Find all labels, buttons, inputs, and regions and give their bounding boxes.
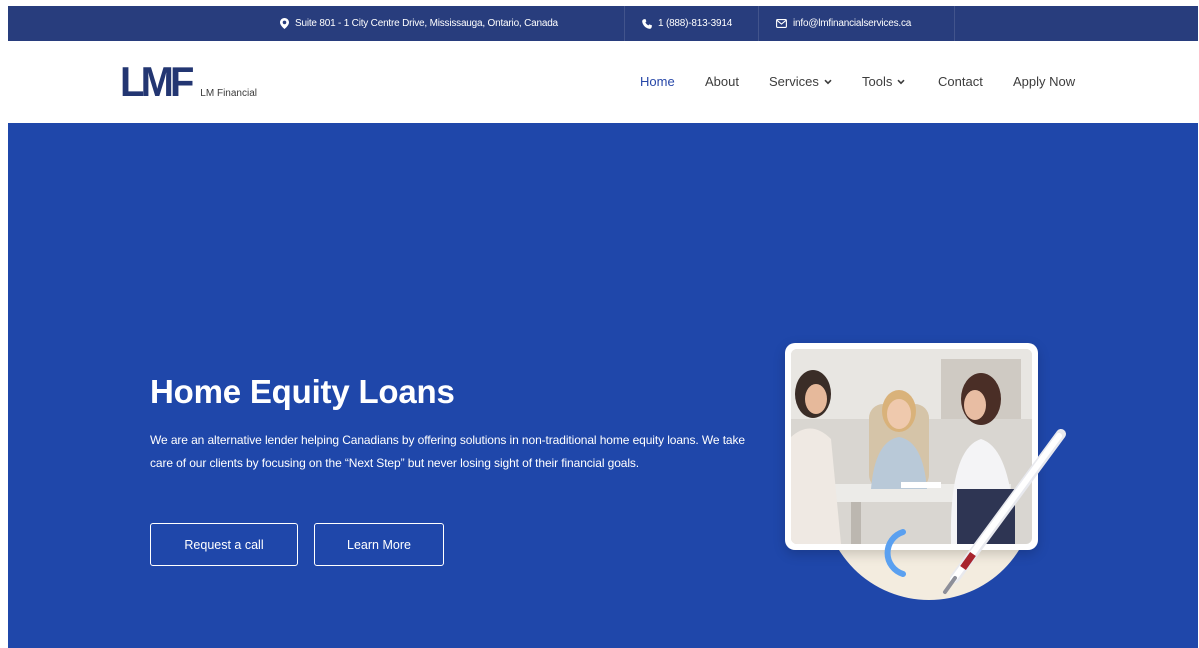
main-nav: Home About Services Tools Contact Apply …	[8, 41, 1198, 123]
nav-services-label: Services	[769, 74, 819, 89]
hero-section: Home Equity Loans We are an alternative …	[8, 123, 1198, 648]
hero-title: Home Equity Loans	[150, 373, 455, 410]
phone-info[interactable]: 1 (888)-813-3914	[642, 6, 732, 41]
address-info: Suite 801 - 1 City Centre Drive, Mississ…	[280, 6, 558, 41]
site-header: LMF LM Financial Home About Services Too…	[8, 41, 1198, 123]
nav-about-label: About	[705, 74, 739, 89]
nav-home[interactable]: Home	[640, 74, 675, 89]
nav-services[interactable]: Services	[769, 74, 832, 89]
chevron-down-icon	[824, 79, 832, 84]
phone-text[interactable]: 1 (888)-813-3914	[658, 18, 732, 29]
request-call-button[interactable]: Request a call	[150, 523, 298, 566]
topbar-divider	[954, 6, 955, 41]
email-info[interactable]: info@lmfinancialservices.ca	[776, 6, 911, 41]
nav-contact-label: Contact	[938, 74, 983, 89]
address-text: Suite 801 - 1 City Centre Drive, Mississ…	[295, 18, 558, 29]
hero-description: We are an alternative lender helping Can…	[150, 433, 745, 470]
nav-tools-label: Tools	[862, 74, 893, 89]
nav-contact[interactable]: Contact	[938, 74, 983, 89]
learn-more-button[interactable]: Learn More	[314, 523, 444, 566]
chevron-down-icon	[897, 79, 905, 84]
hero-illustration	[773, 338, 1073, 608]
topbar-divider	[624, 6, 625, 41]
nav-home-label: Home	[640, 74, 675, 89]
envelope-icon	[776, 19, 787, 28]
topbar-divider	[758, 6, 759, 41]
nav-apply-now-label: Apply Now	[1013, 74, 1076, 89]
top-info-bar: Suite 801 - 1 City Centre Drive, Mississ…	[8, 6, 1198, 41]
email-text[interactable]: info@lmfinancialservices.ca	[793, 18, 911, 29]
phone-icon	[642, 18, 652, 29]
nav-apply-now[interactable]: Apply Now	[1013, 74, 1075, 89]
location-pin-icon	[280, 18, 289, 29]
nav-about[interactable]: About	[705, 74, 739, 89]
decorative-arc	[884, 529, 906, 577]
pen-icon	[943, 429, 1066, 594]
nav-tools[interactable]: Tools	[862, 74, 905, 89]
